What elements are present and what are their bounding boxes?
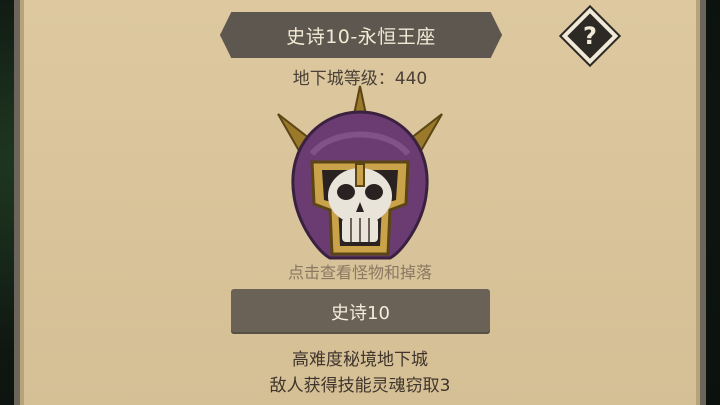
difficulty-label: 史诗10 (331, 302, 390, 324)
dungeon-title-bar: 史诗10-永恒王座 (220, 12, 502, 58)
dungeon-title: 史诗10-永恒王座 (286, 25, 436, 48)
question-icon: ? (583, 22, 597, 50)
difficulty-button[interactable]: 史诗10 (231, 289, 490, 334)
armored-skull-icon[interactable] (272, 84, 448, 264)
dungeon-description-line: 高难度秘境地下城 (292, 350, 428, 370)
view-monsters-hint[interactable]: 点击查看怪物和掉落 (0, 259, 720, 283)
enemy-buff-description: 敌人获得技能灵魂窃取3 (269, 376, 451, 396)
help-button[interactable]: ? (561, 7, 619, 65)
game-screen: 史诗10-永恒王座 ? 地下城等级：440 点击查看怪物和掉落 史诗10 高难度… (0, 0, 720, 405)
